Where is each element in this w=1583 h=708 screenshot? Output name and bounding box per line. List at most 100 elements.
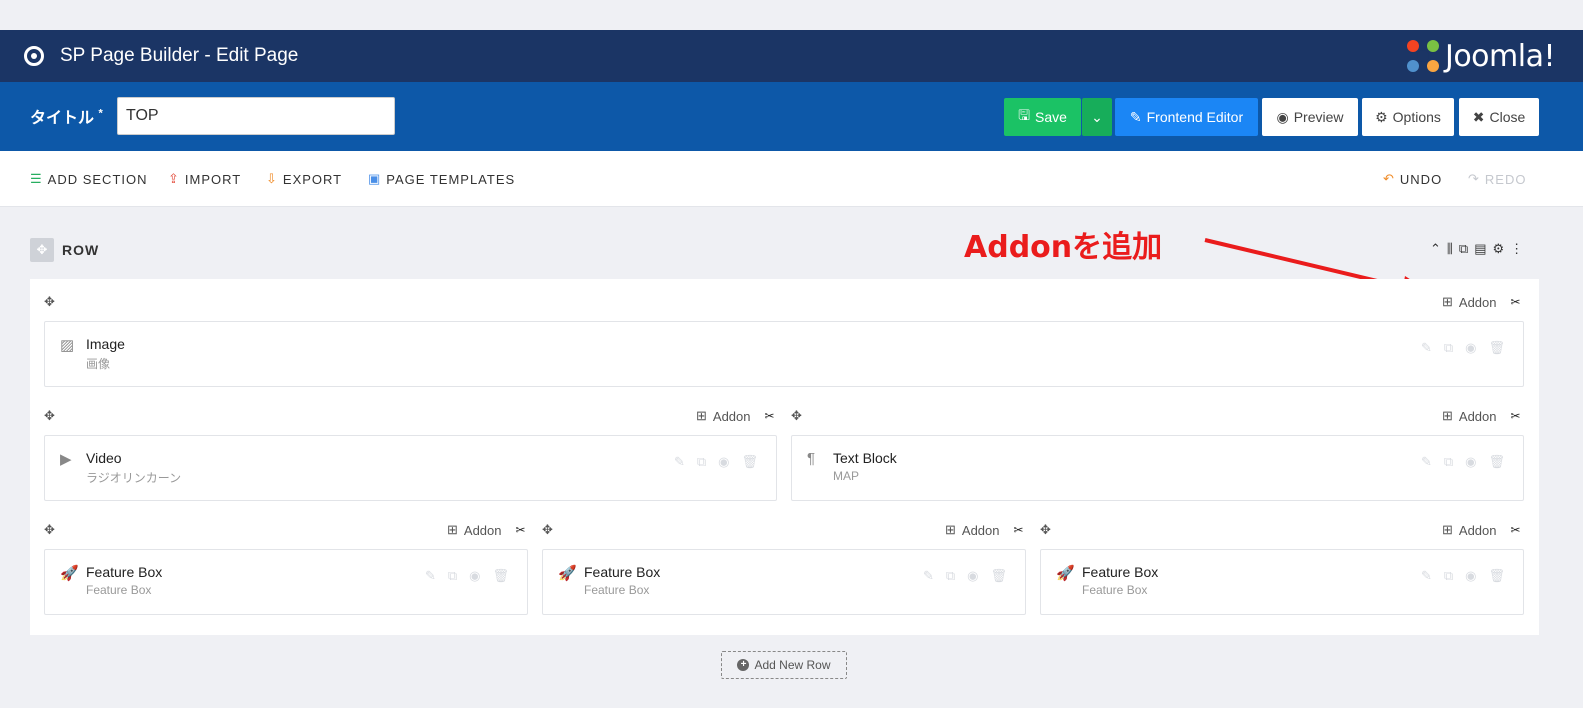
column-move-icon[interactable]: ✥ <box>791 408 802 424</box>
add-new-row-button[interactable]: + Add New Row <box>721 651 847 679</box>
add-addon-button[interactable]: Addon <box>962 523 1000 538</box>
edit-icon[interactable]: ✎ <box>1421 340 1432 356</box>
redo-icon: ↷ <box>1468 171 1480 186</box>
addon-actions: ✎ ⧉ ◉ 🗑 <box>1421 340 1505 356</box>
copy-icon[interactable]: ⧉ <box>1444 568 1453 584</box>
add-addon-icon[interactable]: ⊞ <box>1442 294 1453 310</box>
wrench-icon[interactable]: ✂ <box>1511 409 1521 423</box>
add-addon-button[interactable]: Addon <box>1459 523 1497 538</box>
edit-icon[interactable]: ✎ <box>923 568 934 584</box>
floppy-icon: 🖫 <box>1018 107 1030 123</box>
save-button[interactable]: 🖫 Save <box>1004 98 1081 136</box>
text-icon: ¶ <box>807 450 816 467</box>
add-addon-button[interactable]: Addon <box>713 409 751 424</box>
eye-icon[interactable]: ◉ <box>469 568 480 584</box>
close-button[interactable]: ✖ Close <box>1459 98 1539 136</box>
row-actions: ⌃ ⫼ ⧉ ▤ ⚙ ⋮ <box>1430 241 1523 257</box>
export-button[interactable]: ⇩ EXPORT <box>266 171 342 187</box>
eye-icon[interactable]: ◉ <box>1465 340 1476 356</box>
addon-feature-box[interactable]: 🚀 Feature Box Feature Box ✎ ⧉ ◉ 🗑 <box>542 549 1026 615</box>
plus-circle-icon: + <box>737 659 750 671</box>
addon-actions: ✎ ⧉ ◉ 🗑 <box>1421 568 1505 584</box>
page-templates-button[interactable]: ▣ PAGE TEMPLATES <box>368 171 515 187</box>
column-tools: ⊞ Addon ✂ <box>1442 294 1521 310</box>
close-icon: ✖ <box>1472 108 1485 125</box>
add-addon-button[interactable]: Addon <box>1459 295 1497 310</box>
add-addon-icon[interactable]: ⊞ <box>1442 408 1453 424</box>
column-move-icon[interactable]: ✥ <box>44 522 55 538</box>
edit-icon[interactable]: ✎ <box>1421 454 1432 470</box>
copy-icon[interactable]: ⧉ <box>1444 454 1453 470</box>
add-addon-button[interactable]: Addon <box>464 523 502 538</box>
edit-icon[interactable]: ✎ <box>1421 568 1432 584</box>
eye-icon[interactable]: ◉ <box>1465 454 1476 470</box>
title-input[interactable] <box>117 97 395 135</box>
copy-icon[interactable]: ⧉ <box>1444 340 1453 356</box>
move-icon[interactable]: ✥ <box>30 238 54 262</box>
eye-icon: ◉ <box>1276 108 1289 125</box>
add-addon-icon[interactable]: ⊞ <box>945 522 956 538</box>
columns-icon[interactable]: ⫼ <box>1447 241 1453 257</box>
wrench-icon[interactable]: ✂ <box>516 523 526 537</box>
trash-icon[interactable]: 🗑 <box>741 454 758 470</box>
image-icon: ▨ <box>60 337 75 354</box>
eye-icon[interactable]: ◉ <box>967 568 978 584</box>
video-icon: ▶ <box>60 451 72 468</box>
row-header: ✥ ROW <box>30 238 99 262</box>
undo-button[interactable]: ↶ UNDO <box>1383 171 1442 187</box>
redo-button[interactable]: ↷ REDO <box>1468 171 1526 187</box>
import-button[interactable]: ⇪ IMPORT <box>168 171 241 187</box>
wrench-icon[interactable]: ✂ <box>765 409 775 423</box>
gear-icon[interactable]: ⚙ <box>1492 241 1504 257</box>
column-move-icon[interactable]: ✥ <box>1040 522 1051 538</box>
options-button[interactable]: ⚙ Options <box>1362 98 1454 136</box>
add-addon-icon[interactable]: ⊞ <box>1442 522 1453 538</box>
save-dropdown-button[interactable]: ⌄ <box>1082 98 1112 136</box>
addon-text-block[interactable]: ¶ Text Block MAP ✎ ⧉ ◉ 🗑 <box>791 435 1524 501</box>
gear-icon: ⚙ <box>1375 108 1388 125</box>
frontend-editor-button[interactable]: ✎ Frontend Editor <box>1115 98 1258 136</box>
column-move-icon[interactable]: ✥ <box>44 408 55 424</box>
add-section-button[interactable]: ☰ ADD SECTION <box>30 171 148 187</box>
column-tools: ⊞ Addon ✂ <box>1442 408 1521 424</box>
chevron-down-icon: ⌄ <box>1091 108 1103 125</box>
copy-icon[interactable]: ⧉ <box>1459 241 1468 257</box>
download-icon: ⇩ <box>266 171 278 186</box>
add-addon-button[interactable]: Addon <box>1459 409 1497 424</box>
addon-actions: ✎ ⧉ ◉ 🗑 <box>1421 454 1505 470</box>
copy-icon[interactable]: ⧉ <box>697 454 706 470</box>
template-icon: ▣ <box>368 171 382 186</box>
trash-icon[interactable]: 🗑 <box>990 568 1007 584</box>
wrench-icon[interactable]: ✂ <box>1511 523 1521 537</box>
eye-icon[interactable]: ◉ <box>1465 568 1476 584</box>
undo-icon: ↶ <box>1383 171 1395 186</box>
add-addon-icon[interactable]: ⊞ <box>447 522 458 538</box>
add-addon-icon[interactable]: ⊞ <box>696 408 707 424</box>
addon-feature-box[interactable]: 🚀 Feature Box Feature Box ✎ ⧉ ◉ 🗑 <box>44 549 528 615</box>
add-list-icon: ☰ <box>30 171 43 186</box>
rocket-icon: 🚀 <box>558 565 577 582</box>
wrench-icon[interactable]: ✂ <box>1511 295 1521 309</box>
preview-button[interactable]: ◉ Preview <box>1262 98 1358 136</box>
rocket-icon: 🚀 <box>1056 565 1075 582</box>
column-move-icon[interactable]: ✥ <box>542 522 553 538</box>
trash-icon[interactable]: 🗑 <box>1488 568 1505 584</box>
copy-icon[interactable]: ⧉ <box>448 568 457 584</box>
trash-icon[interactable]: 🗑 <box>1488 454 1505 470</box>
edit-icon[interactable]: ✎ <box>425 568 436 584</box>
addon-feature-box[interactable]: 🚀 Feature Box Feature Box ✎ ⧉ ◉ 🗑 <box>1040 549 1524 615</box>
column-move-icon[interactable]: ✥ <box>44 294 55 310</box>
joomla-logo: Joomla! <box>1405 38 1556 74</box>
edit-icon[interactable]: ✎ <box>674 454 685 470</box>
trash-icon[interactable]: 🗑 <box>492 568 509 584</box>
save-icon[interactable]: ▤ <box>1474 241 1486 257</box>
trash-icon[interactable]: 🗑 <box>1488 340 1505 356</box>
more-icon[interactable]: ⋮ <box>1510 241 1523 257</box>
wrench-icon[interactable]: ✂ <box>1014 523 1024 537</box>
copy-icon[interactable]: ⧉ <box>946 568 955 584</box>
annotation-text: Addonを追加 <box>964 230 1163 265</box>
addon-image[interactable]: ▨ Image 画像 ✎ ⧉ ◉ 🗑 <box>44 321 1524 387</box>
eye-icon[interactable]: ◉ <box>718 454 729 470</box>
column-tools: ⊞ Addon ✂ <box>696 408 775 424</box>
addon-video[interactable]: ▶ Video ラジオリンカーン ✎ ⧉ ◉ 🗑 <box>44 435 777 501</box>
